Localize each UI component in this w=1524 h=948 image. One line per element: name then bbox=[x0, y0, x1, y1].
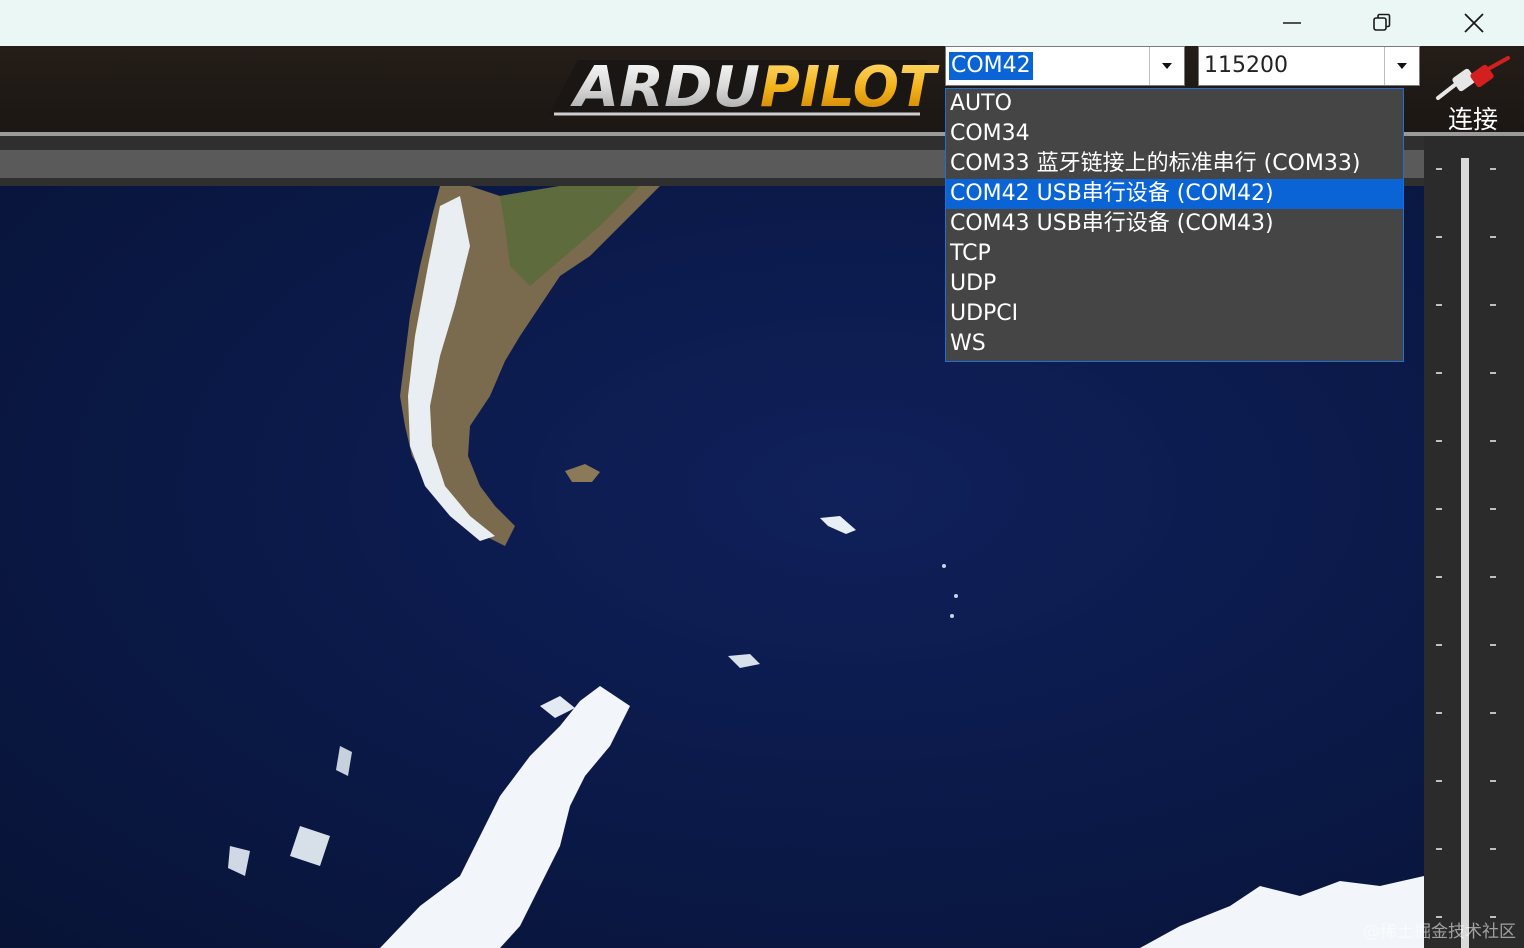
svg-text:ARDU: ARDU bbox=[570, 55, 760, 120]
scale-tick bbox=[1436, 304, 1442, 306]
close-button[interactable] bbox=[1444, 0, 1504, 46]
scale-tick bbox=[1436, 168, 1442, 170]
baud-combobox[interactable]: 115200 bbox=[1198, 46, 1420, 86]
svg-text:PILOT: PILOT bbox=[760, 55, 940, 120]
port-dropdown-button[interactable] bbox=[1149, 47, 1184, 85]
restore-button[interactable] bbox=[1352, 0, 1412, 46]
scale-tick bbox=[1490, 304, 1496, 306]
scale-tick bbox=[1436, 848, 1442, 850]
port-combobox-value: COM42 bbox=[949, 52, 1033, 80]
scale-tick bbox=[1490, 712, 1496, 714]
minimize-icon bbox=[1283, 22, 1301, 24]
port-option-com42[interactable]: COM42 USB串行设备 (COM42) bbox=[946, 179, 1403, 209]
close-icon bbox=[1464, 13, 1484, 33]
scale-tick bbox=[1490, 780, 1496, 782]
connect-button[interactable]: 连接 bbox=[1430, 54, 1520, 134]
scale-tick bbox=[1436, 712, 1442, 714]
scale-tick bbox=[1436, 576, 1442, 578]
port-option-com43[interactable]: COM43 USB串行设备 (COM43) bbox=[946, 209, 1403, 239]
plug-icon bbox=[1436, 56, 1510, 100]
port-option-auto[interactable]: AUTO bbox=[946, 89, 1403, 119]
scale-tick bbox=[1436, 236, 1442, 238]
scale-tick bbox=[1490, 508, 1496, 510]
scale-tick bbox=[1436, 372, 1442, 374]
restore-icon bbox=[1373, 13, 1391, 31]
port-option-com34[interactable]: COM34 bbox=[946, 119, 1403, 149]
port-option-tcp[interactable]: TCP bbox=[946, 239, 1403, 269]
port-option-com33[interactable]: COM33 蓝牙链接上的标准串行 (COM33) bbox=[946, 149, 1403, 179]
scale-tick bbox=[1490, 848, 1496, 850]
scale-tick bbox=[1436, 780, 1442, 782]
watermark: @稀土掘金技术社区 bbox=[1363, 922, 1516, 942]
port-option-ws[interactable]: WS bbox=[946, 329, 1403, 359]
title-bar bbox=[0, 0, 1524, 46]
scale-tick bbox=[1490, 168, 1496, 170]
scale-tick bbox=[1490, 236, 1496, 238]
port-option-udpci[interactable]: UDPCI bbox=[946, 299, 1403, 329]
vertical-scale-bar[interactable] bbox=[1461, 158, 1469, 948]
scale-tick bbox=[1490, 576, 1496, 578]
chevron-down-icon bbox=[1397, 63, 1407, 69]
scale-tick bbox=[1436, 440, 1442, 442]
scale-tick bbox=[1436, 508, 1442, 510]
scale-tick bbox=[1436, 644, 1442, 646]
port-combobox[interactable]: COM42 bbox=[945, 46, 1185, 86]
port-option-udp[interactable]: UDP bbox=[946, 269, 1403, 299]
scale-tick bbox=[1490, 372, 1496, 374]
connect-label: 连接 bbox=[1447, 105, 1498, 134]
baud-dropdown-button[interactable] bbox=[1384, 47, 1419, 85]
right-scale-panel bbox=[1424, 136, 1524, 948]
port-dropdown-list: AUTO COM34 COM33 蓝牙链接上的标准串行 (COM33) COM4… bbox=[945, 88, 1404, 362]
minimize-button[interactable] bbox=[1262, 0, 1322, 46]
scale-tick bbox=[1490, 440, 1496, 442]
chevron-down-icon bbox=[1162, 63, 1172, 69]
baud-combobox-value: 115200 bbox=[1204, 53, 1288, 78]
scale-tick bbox=[1490, 644, 1496, 646]
ardupilot-logo: ARDU PILOT bbox=[548, 52, 940, 122]
